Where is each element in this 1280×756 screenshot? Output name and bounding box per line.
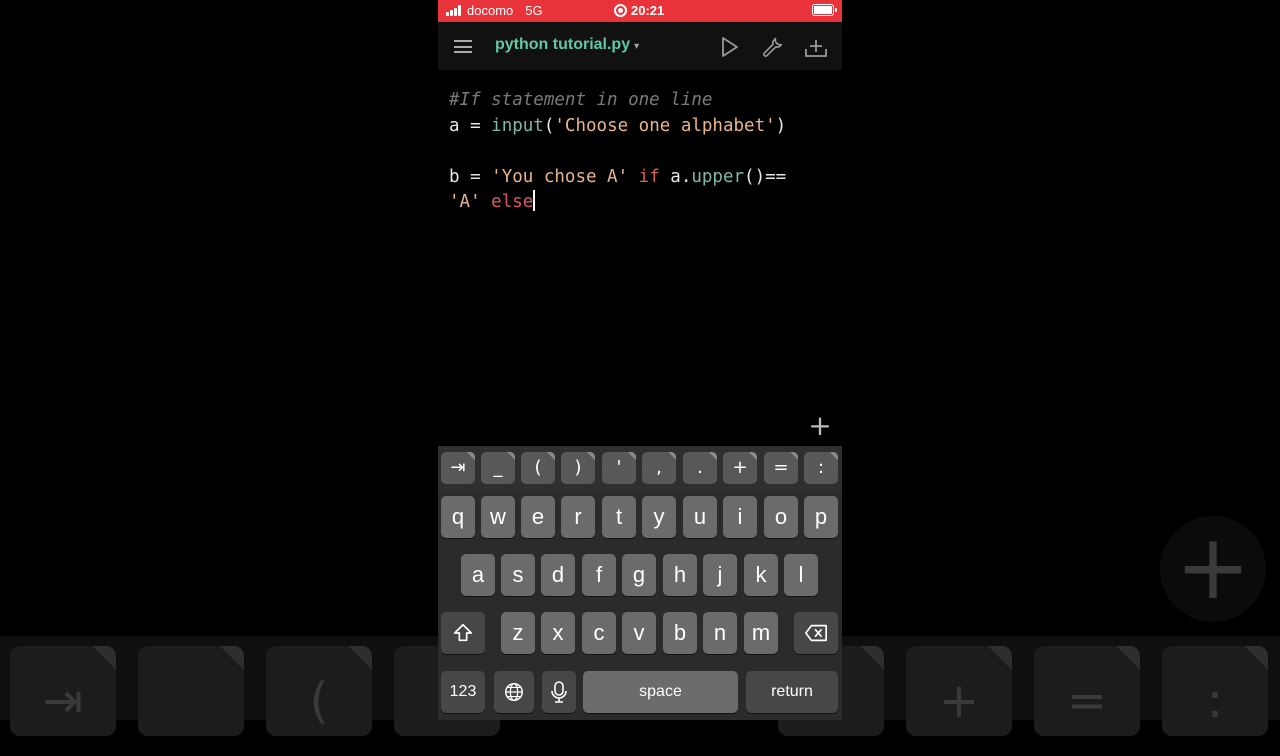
bg-key: = (1034, 646, 1140, 736)
microphone-key[interactable] (542, 671, 576, 713)
code-line: b = 'You chose A' if a.upper()== (449, 165, 834, 191)
return-key[interactable]: return (746, 671, 838, 713)
accessory-key-plus[interactable]: + (723, 452, 757, 484)
key-v[interactable]: v (622, 612, 656, 654)
chevron-down-icon: ▾ (634, 41, 640, 52)
file-name: python tutorial.py (495, 36, 631, 53)
accessory-key-equals[interactable]: = (764, 452, 798, 484)
code-text: ) (775, 115, 787, 136)
code-text: a. (659, 166, 692, 187)
carrier-name: docomo (467, 3, 514, 18)
hamburger-menu-icon[interactable] (454, 40, 472, 53)
code-text: ()== (744, 166, 787, 187)
key-d[interactable]: d (541, 554, 575, 596)
code-text: ( (543, 115, 555, 136)
accessory-key-underscore[interactable]: _ (481, 452, 515, 484)
text-cursor (533, 190, 536, 211)
key-w[interactable]: w (481, 496, 515, 538)
run-play-icon[interactable] (717, 35, 741, 59)
key-j[interactable]: j (703, 554, 737, 596)
key-h[interactable]: h (663, 554, 697, 596)
key-p[interactable]: p (804, 496, 838, 538)
accessory-key-colon[interactable]: : (804, 452, 838, 484)
shift-arrow-icon (453, 623, 473, 642)
bg-key (138, 646, 244, 736)
key-x[interactable]: x (541, 612, 575, 654)
bg-key: : (1162, 646, 1268, 736)
code-line: 'A' else (449, 190, 834, 216)
file-title[interactable]: python tutorial.py ▾ (495, 36, 639, 54)
space-key[interactable]: space (583, 671, 738, 713)
accessory-key-tab[interactable]: ⇥ (441, 452, 475, 484)
key-m[interactable]: m (744, 612, 778, 654)
backspace-icon (805, 624, 827, 642)
code-keyword: if (638, 166, 660, 187)
network-type: 5G (525, 3, 543, 18)
screen-record-icon (614, 4, 627, 17)
accessory-key-period[interactable]: . (683, 452, 717, 484)
code-string: 'A' (449, 192, 481, 212)
editor-toolbar: python tutorial.py ▾ (438, 22, 842, 70)
key-y[interactable]: y (642, 496, 676, 538)
code-text: a = (449, 115, 492, 136)
key-e[interactable]: e (521, 496, 555, 538)
bg-key: ⇥ (10, 646, 116, 736)
add-file-icon[interactable] (804, 35, 828, 59)
code-string: 'You chose A' (491, 166, 629, 187)
key-s[interactable]: s (501, 554, 535, 596)
code-keyword: else (491, 192, 534, 212)
globe-icon (505, 683, 523, 701)
background-plus-icon: + (1160, 516, 1266, 622)
code-editor[interactable]: #If statement in one line a = input('Choo… (449, 88, 834, 216)
battery-icon (812, 4, 837, 16)
code-function: upper (691, 166, 745, 187)
key-r[interactable]: r (561, 496, 595, 538)
code-function: input (491, 115, 544, 136)
accessory-key-comma[interactable]: , (642, 452, 676, 484)
accessory-key-open-paren[interactable]: ( (521, 452, 555, 484)
key-o[interactable]: o (764, 496, 798, 538)
shift-key[interactable] (441, 612, 485, 654)
key-i[interactable]: i (723, 496, 757, 538)
key-b[interactable]: b (663, 612, 697, 654)
code-line: a = input('Choose one alphabet') (449, 114, 834, 140)
globe-key[interactable] (494, 671, 534, 713)
bg-key: ( (266, 646, 372, 736)
microphone-icon (551, 681, 567, 703)
phone-screen: docomo 5G 20:21 python tutorial.py ▾ #If … (438, 0, 842, 720)
code-comment: #If statement in one line (449, 90, 713, 110)
signal-icon (446, 5, 462, 16)
key-f[interactable]: f (582, 554, 616, 596)
add-plus-icon[interactable]: + (804, 410, 836, 442)
accessory-key-row: ⇥ _ ( ) ' , . + = : (438, 446, 842, 490)
bg-key: + (906, 646, 1012, 736)
status-time: 20:21 (631, 3, 665, 18)
key-z[interactable]: z (501, 612, 535, 654)
code-line: #If statement in one line (449, 88, 834, 114)
code-text: b = (449, 166, 492, 187)
key-g[interactable]: g (622, 554, 656, 596)
key-q[interactable]: q (441, 496, 475, 538)
key-l[interactable]: l (784, 554, 818, 596)
key-u[interactable]: u (683, 496, 717, 538)
key-c[interactable]: c (582, 612, 616, 654)
key-t[interactable]: t (602, 496, 636, 538)
wrench-icon[interactable] (761, 35, 785, 59)
backspace-key[interactable] (794, 612, 838, 654)
numbers-key[interactable]: 123 (441, 671, 485, 713)
key-n[interactable]: n (703, 612, 737, 654)
key-a[interactable]: a (461, 554, 495, 596)
code-string: 'Choose one alphabet' (554, 115, 776, 136)
status-bar: docomo 5G 20:21 (438, 0, 842, 22)
keyboard: ⇥ _ ( ) ' , . + = : q w e r t y u i o p … (438, 446, 842, 720)
accessory-key-quote[interactable]: ' (602, 452, 636, 484)
accessory-key-close-paren[interactable]: ) (561, 452, 595, 484)
key-k[interactable]: k (744, 554, 778, 596)
